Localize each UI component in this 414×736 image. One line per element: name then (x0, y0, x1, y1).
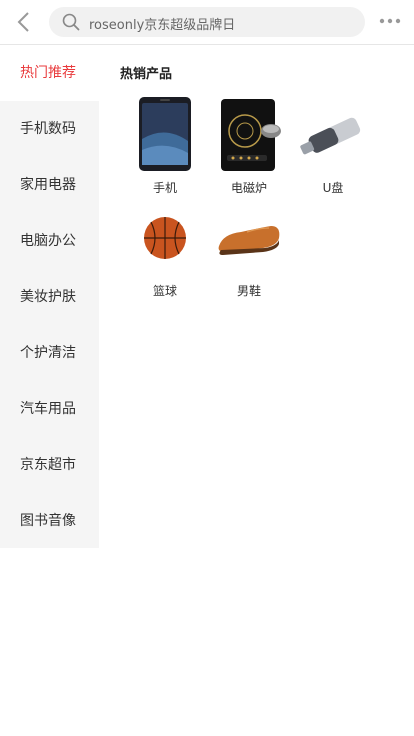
search-bar[interactable]: roseonly京东超级品牌日 (49, 7, 365, 37)
search-icon (62, 13, 80, 31)
phone-image (139, 97, 191, 171)
sidebar-item-beauty[interactable]: 美妆护肤 (0, 269, 99, 325)
product-label: 手机 (152, 181, 177, 195)
sidebar-item-personal-care[interactable]: 个护清洁 (0, 325, 99, 381)
usb-drive-image (300, 117, 361, 155)
product-label: U盘 (322, 181, 344, 195)
sidebar-item-supermarket[interactable]: 京东超市 (0, 437, 99, 493)
induction-cooker-image (221, 99, 281, 171)
sidebar-item-office[interactable]: 电脑办公 (0, 213, 99, 269)
sidebar-item-books[interactable]: 图书音像 (0, 493, 99, 549)
top-bar: roseonly京东超级品牌日 (0, 0, 414, 45)
product-label: 男鞋 (236, 284, 261, 298)
sidebar-item-auto[interactable]: 汽车用品 (0, 381, 99, 437)
product-usb-drive[interactable]: U盘 (291, 95, 375, 196)
category-sidebar: 热门推荐 手机数码 家用电器 电脑办公 美妆护肤 个护清洁 汽车用品 京东超市 … (0, 45, 99, 548)
sidebar-item-digital[interactable]: 手机数码 (0, 101, 99, 157)
shoe-image (218, 226, 280, 255)
product-mens-shoe[interactable]: 男鞋 (207, 198, 291, 299)
more-icon[interactable] (378, 16, 402, 26)
search-placeholder[interactable]: roseonly京东超级品牌日 (89, 14, 235, 33)
product-phone[interactable]: 手机 (123, 95, 207, 196)
product-basketball[interactable]: 篮球 (123, 198, 207, 299)
product-label: 篮球 (152, 284, 177, 298)
sidebar-item-appliances[interactable]: 家用电器 (0, 157, 99, 213)
section-title: 热销产品 (120, 67, 173, 82)
product-induction-cooker[interactable]: 电磁炉 (207, 95, 291, 196)
basketball-image (144, 217, 186, 259)
chevron-left-icon[interactable] (14, 10, 34, 34)
sidebar-item-hot[interactable]: 热门推荐 (0, 45, 99, 101)
product-label: 电磁炉 (230, 181, 267, 195)
